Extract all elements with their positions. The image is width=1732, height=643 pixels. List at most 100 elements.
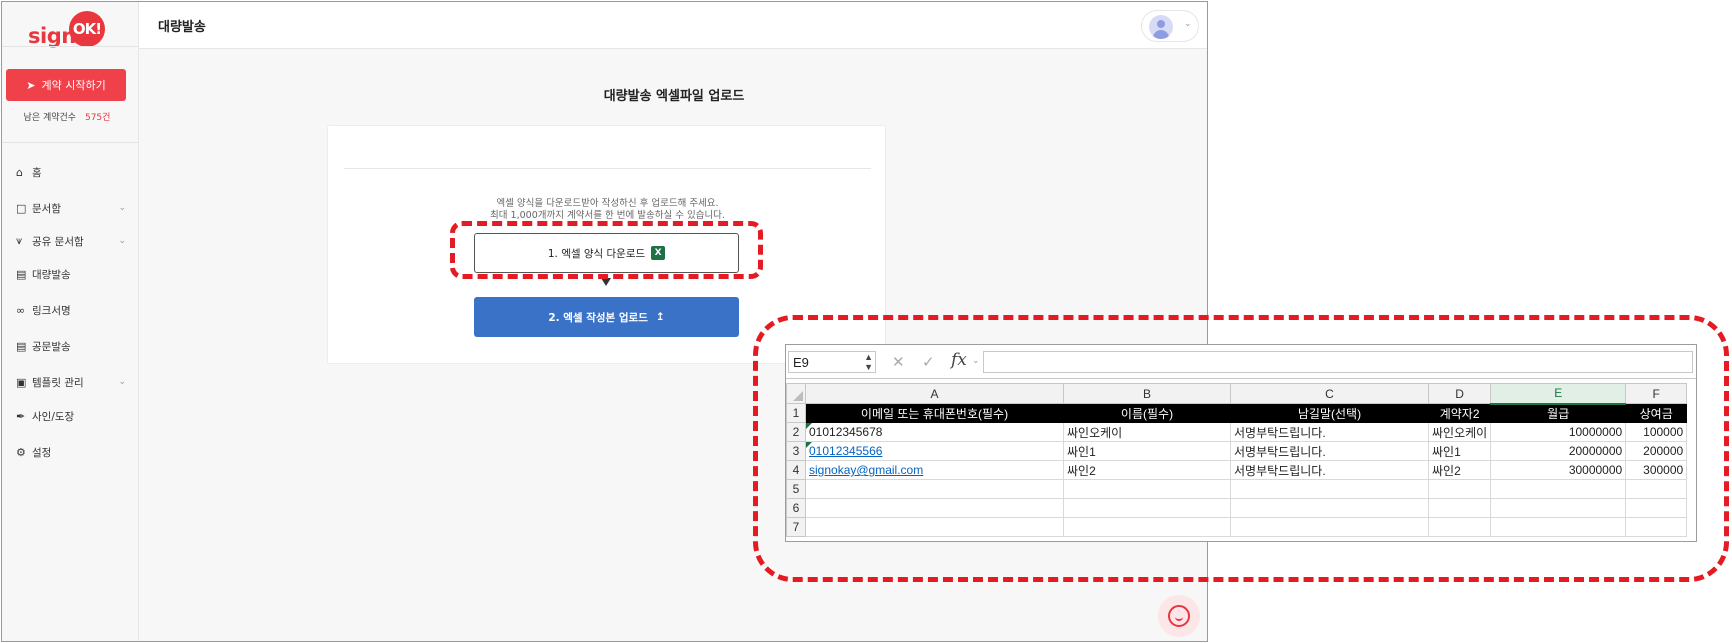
cell[interactable] [1230,498,1429,518]
formula-bar: E9 ▲ ▼ ✕ ✓ fx ⌄ [786,345,1696,379]
cell[interactable] [805,498,1064,518]
chevron-down-icon: ⌄ [118,203,126,213]
cell[interactable] [1490,479,1627,499]
cell[interactable]: 싸인오케이 [1427,422,1492,442]
header-cell[interactable]: 이메일 또는 휴대폰번호(필수) [805,403,1064,423]
header-cell[interactable]: 남길말(선택) [1230,403,1429,423]
cell[interactable] [1490,498,1627,518]
table-row: 6 [786,498,1688,518]
sidebar-divider [2,46,139,47]
sidebar-item-official-send[interactable]: ▤ 공문발송 [16,336,126,356]
cell[interactable] [1063,498,1231,518]
header-cell[interactable]: 월급 [1490,403,1627,423]
header-cell[interactable]: 이름(필수) [1063,403,1231,423]
sidebar-item-signature-stamp[interactable]: ✒ 사인/도장 [16,406,126,426]
row-header[interactable]: 5 [786,479,806,499]
function-icon[interactable]: fx [951,350,967,370]
cell[interactable]: 싸인1 [1063,441,1231,461]
sidebar-item-settings[interactable]: ⚙ 설정 [16,442,126,462]
remaining-count: 575건 [84,113,111,123]
sidebar-item-home[interactable]: ⌂ 홈 [16,162,126,182]
chevron-down-icon: ⌄ [1184,19,1192,29]
check-icon[interactable]: ✓ [922,353,935,371]
cell[interactable] [1625,517,1688,537]
sidebar-item-shared-documents[interactable]: ⩛ 공유 문서함 ⌄ [16,231,126,251]
logo-badge: OK! [69,11,105,47]
header-cell[interactable]: 상여금 [1625,403,1688,423]
card-divider [344,168,871,169]
chevron-down-icon: ⌄ [118,377,126,387]
column-header[interactable]: C [1230,383,1429,404]
column-header[interactable]: B [1063,383,1231,404]
cell[interactable]: 20000000 [1490,441,1627,461]
sidebar-divider [2,142,139,143]
sidebar-item-label: 대량발송 [32,268,71,281]
link-icon: ∞ [16,303,26,317]
formula-input[interactable] [983,351,1693,373]
cancel-icon[interactable]: ✕ [892,353,905,371]
cell[interactable] [1230,517,1429,537]
row-header[interactable]: 2 [786,422,806,442]
cell[interactable]: 30000000 [1490,460,1627,480]
page-title: 대량발송 [158,20,206,35]
upload-file-button[interactable]: 2. 엑셀 작성본 업로드 ↥ [474,297,739,337]
header-cell[interactable]: 계약자2 [1427,403,1492,423]
cell[interactable]: 싸인2 [1427,460,1492,480]
cell[interactable] [1063,517,1231,537]
table-row: 3 01012345566 싸인1 서명부탁드립니다. 싸인1 20000000… [786,441,1688,461]
chevron-down-icon: ⌄ [118,236,126,246]
cell[interactable] [1490,517,1627,537]
logo[interactable]: sign OK! [28,10,118,48]
upload-icon: ↥ [655,311,665,323]
sidebar-item-templates[interactable]: ▣ 템플릿 관리 ⌄ [16,372,126,392]
column-header[interactable]: F [1625,383,1688,404]
upload-section-title: 대량발송 엑셀파일 업로드 [2,85,1207,104]
chat-icon [1168,605,1190,627]
name-box[interactable]: E9 ▲ ▼ [788,351,876,373]
cell-link[interactable]: 01012345566 [805,441,1064,461]
cell[interactable]: 01012345678 [805,422,1064,442]
row-header[interactable]: 7 [786,517,806,537]
row-header[interactable]: 6 [786,498,806,518]
cell[interactable]: 서명부탁드립니다. [1230,441,1429,461]
cell[interactable]: 300000 [1625,460,1688,480]
cell[interactable] [1427,498,1492,518]
column-header-selected[interactable]: E [1490,383,1627,405]
cell[interactable] [805,479,1064,499]
select-all-corner[interactable] [786,383,806,404]
chevron-down-icon: ⌄ [972,355,980,365]
cell[interactable] [805,517,1064,537]
cell[interactable]: 10000000 [1490,422,1627,442]
cell[interactable] [1063,479,1231,499]
column-header[interactable]: A [805,383,1064,404]
cell[interactable]: 싸인1 [1427,441,1492,461]
row-header[interactable]: 4 [786,460,806,480]
column-header[interactable]: D [1427,383,1492,404]
row-header[interactable]: 1 [786,403,806,423]
cell-link[interactable]: signokay@gmail.com [805,460,1064,480]
sidebar-item-label: 설정 [32,446,52,459]
chat-button[interactable] [1158,595,1200,637]
sidebar-item-bulk-send[interactable]: ▤ 대량발송 [16,264,126,284]
profile-menu[interactable]: ⌄ [1141,10,1199,42]
cell[interactable] [1230,479,1429,499]
cell[interactable]: 200000 [1625,441,1688,461]
cell[interactable]: 싸인오케이 [1063,422,1231,442]
cell[interactable]: 100000 [1625,422,1688,442]
document-icon: ▤ [16,339,27,353]
table-row: 4 signokay@gmail.com 싸인2 서명부탁드립니다. 싸인2 3… [786,460,1688,480]
cell[interactable] [1427,479,1492,499]
sidebar-item-documents[interactable]: □ 문서함 ⌄ [16,198,126,218]
cell[interactable] [1427,517,1492,537]
upload-file-label: 2. 엑셀 작성본 업로드 [548,311,648,324]
row-header[interactable]: 3 [786,441,806,461]
pen-icon: ✒ [16,409,26,423]
cell[interactable] [1625,479,1688,499]
sidebar-item-link-sign[interactable]: ∞ 링크서명 [16,300,126,320]
cell[interactable]: 싸인2 [1063,460,1231,480]
spinner-icon: ▲ ▼ [864,352,873,372]
cell[interactable]: 서명부탁드립니다. [1230,460,1429,480]
sidebar-item-label: 템플릿 관리 [32,376,84,389]
cell[interactable]: 서명부탁드립니다. [1230,422,1429,442]
cell[interactable] [1625,498,1688,518]
